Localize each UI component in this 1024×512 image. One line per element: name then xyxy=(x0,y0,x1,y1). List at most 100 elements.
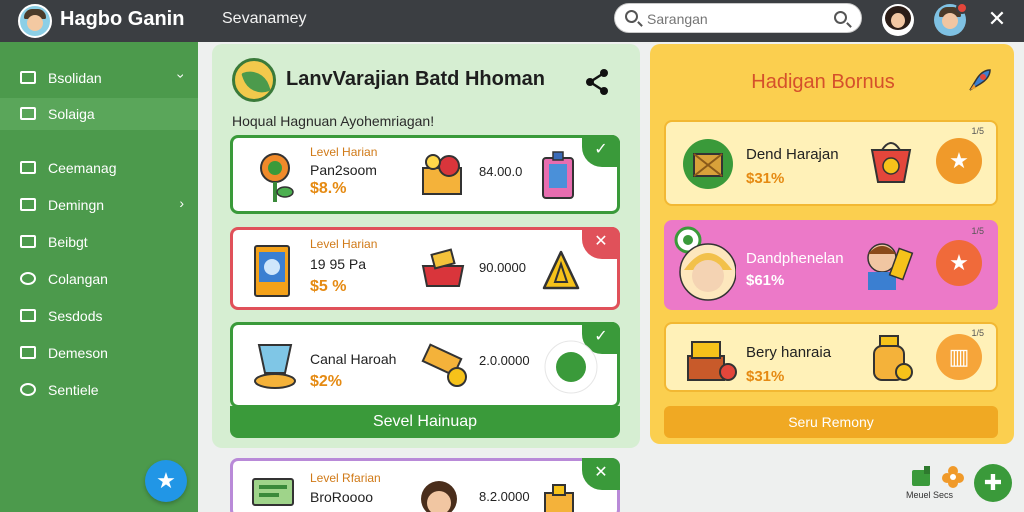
monitor-icon xyxy=(252,478,294,506)
bonus-count: 1/5 xyxy=(971,328,984,338)
bonus-name: Dandphenelan xyxy=(746,250,844,267)
crate-icon xyxy=(683,139,733,189)
page-subtitle: Sevanamey xyxy=(222,10,307,27)
bonus-count: 1/5 xyxy=(971,126,984,136)
item-value: 2.0.0000 xyxy=(479,353,530,368)
sidebar-item-ceemanag[interactable]: Ceemanag xyxy=(0,152,198,184)
level-card[interactable]: ✕ Level Rfarian BroRoooo 8.2.0000 xyxy=(230,458,620,512)
sidebar-item-colangan[interactable]: Colangan xyxy=(0,263,198,295)
plant-icon xyxy=(260,153,294,202)
bonus-card[interactable]: 1/5 Dend Harajan $31% ★ xyxy=(664,120,998,206)
pen-icon xyxy=(20,198,36,211)
bonus-panel: Hadigan Bornus 1/5 Dend Harajan $31% ★ 1… xyxy=(650,44,1014,444)
search-bar[interactable] xyxy=(614,3,862,33)
puzzle-icon: ✚ xyxy=(983,470,1003,495)
panel-subtitle: Hoqual Hagnuan Ayohemriagan! xyxy=(232,113,435,129)
bonus-card[interactable]: 1/5 Bery hanraia $31% ▥ xyxy=(664,322,998,392)
sidebar-item-bsolidan[interactable]: Bsolidan › xyxy=(0,62,198,94)
note-icon[interactable] xyxy=(910,466,932,488)
gear-icon xyxy=(20,272,36,285)
warning-icon xyxy=(542,250,580,290)
sidebar-item-sesdods[interactable]: Sesdods xyxy=(0,300,198,332)
phone-icon xyxy=(542,151,574,199)
profile-face xyxy=(942,13,958,29)
sidebar-item-label: Solaiga xyxy=(48,106,95,122)
leaf-shape xyxy=(241,66,271,98)
search-icon xyxy=(625,10,638,23)
sidebar-item-label: Demeson xyxy=(48,345,108,361)
item-percent: $8.% xyxy=(310,180,347,197)
share-icon[interactable] xyxy=(584,68,610,96)
window-icon xyxy=(20,161,36,174)
close-icon[interactable]: ✕ xyxy=(984,6,1010,32)
jar-coins-icon xyxy=(873,335,913,381)
star-icon: ★ xyxy=(156,468,176,493)
sidebar-item-label: Beibgt xyxy=(48,234,88,250)
star-button[interactable]: ★ xyxy=(936,240,982,286)
person-icon xyxy=(421,481,457,512)
item-name: BroRoooo xyxy=(310,489,374,505)
cup-icon xyxy=(254,344,296,389)
level-action-button[interactable]: Sevel Hainuap xyxy=(230,406,620,438)
star-icon: ★ xyxy=(949,250,969,275)
chevron-right-icon[interactable]: › xyxy=(179,195,184,211)
treasure-box-icon xyxy=(422,154,462,195)
sidebar-item-beibgt[interactable]: Beibgt xyxy=(0,226,198,258)
gold-bar-icon xyxy=(421,343,467,387)
sidebar-item-label: Sentiele xyxy=(48,382,99,398)
bonus-name: Bery hanraia xyxy=(746,344,832,361)
sidebar-item-demingn[interactable]: Demingn › xyxy=(0,189,198,221)
star-icon: ★ xyxy=(949,148,969,173)
level-label: Level Harian xyxy=(310,145,378,159)
chevron-down-icon[interactable]: › xyxy=(174,74,190,79)
search-submit-icon[interactable] xyxy=(834,11,847,24)
sidebar-item-label: Colangan xyxy=(48,271,108,287)
close-icon[interactable]: ✕ xyxy=(582,458,620,490)
close-icon[interactable]: ✕ xyxy=(582,227,620,259)
bonus-count: 1/5 xyxy=(971,226,984,236)
clock-icon xyxy=(20,383,36,396)
chat-bubble-icon[interactable] xyxy=(543,339,599,395)
level-panel: LanvVarajian Batd Hhoman Hoqual Hagnuan … xyxy=(212,44,640,448)
item-percent: $5 % xyxy=(310,278,347,295)
item-value: 90.0000 xyxy=(479,260,526,275)
leaf-logo-icon xyxy=(232,58,276,102)
star-button[interactable]: ★ xyxy=(936,138,982,184)
bonus-action-button[interactable]: Seru Remony xyxy=(664,406,998,438)
user-avatar[interactable] xyxy=(882,4,914,36)
sliders-icon xyxy=(20,71,36,84)
app-title: Hagbo Ganin xyxy=(60,8,185,30)
level-label: Level Harian xyxy=(310,237,378,251)
flower-icon[interactable] xyxy=(942,466,964,488)
level-card[interactable]: ✓ Canal Haroah $2% 2.0.0000 xyxy=(230,322,620,408)
level-card[interactable]: ✓ Level Harian Pan2soom $8.% 84.00.0 xyxy=(230,135,620,214)
item-name: Canal Haroah xyxy=(310,351,397,367)
star-fab-button[interactable]: ★ xyxy=(145,460,187,502)
item-name: 19 95 Pa xyxy=(310,256,367,272)
avatar-face xyxy=(27,15,43,31)
user-face xyxy=(891,13,905,28)
gift-button[interactable]: ▥ xyxy=(936,334,982,380)
gift-icon: ▥ xyxy=(948,344,970,369)
bonus-percent: $61% xyxy=(746,272,785,289)
bonus-name: Dend Harajan xyxy=(746,146,839,163)
gift-icon xyxy=(544,484,574,512)
bonus-card[interactable]: 1/5 Dandphenelan $61% ★ xyxy=(664,220,998,310)
sidebar-item-sentiele[interactable]: Sentiele xyxy=(0,374,198,406)
bonus-percent: $31% xyxy=(746,170,785,187)
sidebar-item-solaiga[interactable]: Solaiga xyxy=(0,98,198,130)
sidebar-item-label: Sesdods xyxy=(48,308,103,324)
level-card[interactable]: ✕ Level Harian 19 95 Pa $5 % 90.0000 xyxy=(230,227,620,310)
book-icon xyxy=(254,245,290,297)
sidebar-item-demeson[interactable]: Demeson xyxy=(0,337,198,369)
check-icon[interactable]: ✓ xyxy=(582,135,620,167)
girl-avatar-icon xyxy=(674,226,736,301)
sidebar-item-label: Bsolidan xyxy=(48,70,102,86)
puzzle-fab-button[interactable]: ✚ xyxy=(974,464,1012,502)
app-avatar[interactable] xyxy=(18,4,52,38)
panel-title: LanvVarajian Batd Hhoman xyxy=(286,68,545,90)
sidebar: Bsolidan › Solaiga Ceemanag Demingn › Be… xyxy=(0,42,198,512)
search-input[interactable] xyxy=(647,9,827,29)
notification-badge[interactable] xyxy=(956,2,968,14)
item-value: 84.00.0 xyxy=(479,164,523,179)
